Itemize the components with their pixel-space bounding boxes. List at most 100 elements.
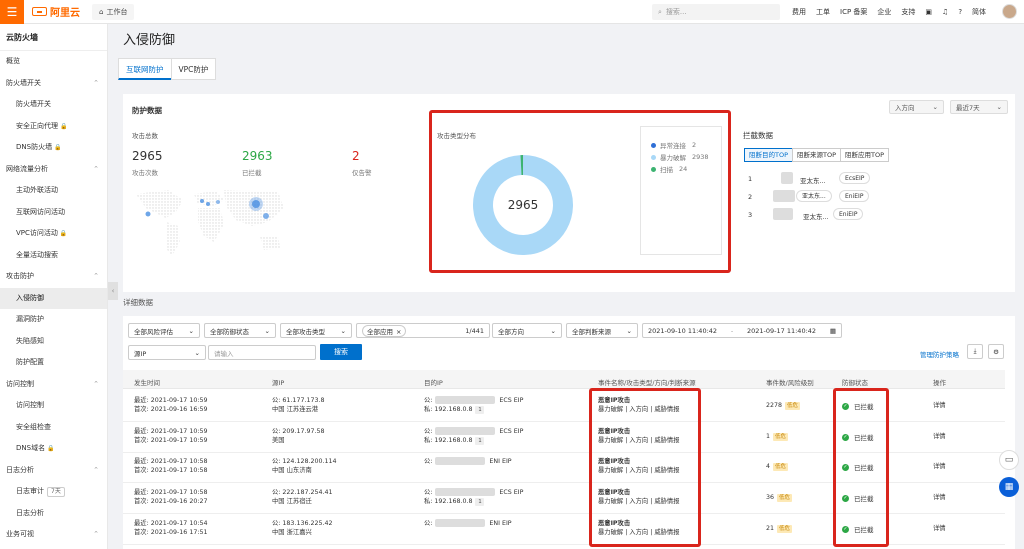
- language-switch[interactable]: 简体: [972, 7, 986, 17]
- top-nav-link[interactable]: 支持: [901, 7, 915, 17]
- end-date: 2021-09-17 11:40:42: [747, 326, 817, 335]
- sidebar-group-label: 日志分析: [6, 465, 34, 474]
- apps-grid-icon[interactable]: ▦: [999, 477, 1019, 497]
- search-keyword-input[interactable]: 请输入: [208, 345, 316, 360]
- bell-icon[interactable]: ♫: [942, 8, 948, 16]
- top-nav-link[interactable]: 企业: [877, 7, 891, 17]
- workbench-button[interactable]: ⌂ 工作台: [92, 3, 135, 20]
- filter-value: 全部攻击类型: [286, 327, 325, 336]
- tab-block-app[interactable]: 阻断应用TOP: [840, 148, 890, 162]
- aliyun-logo[interactable]: 阿里云: [32, 4, 80, 19]
- search-field-select[interactable]: 源IP ⌄: [128, 345, 206, 360]
- details-link[interactable]: 详情: [933, 401, 946, 410]
- rank-number: 1: [748, 175, 753, 183]
- rank-region: 亚太东...: [800, 177, 826, 185]
- sidebar-item-label: 访问控制: [16, 401, 44, 409]
- sidebar-collapse-handle[interactable]: ‹: [108, 282, 118, 300]
- sidebar-badge: 7天: [47, 487, 65, 497]
- sidebar-item[interactable]: DNS防火墙 🔒: [0, 137, 107, 159]
- sidebar-item[interactable]: 访问控制: [0, 395, 107, 417]
- top-nav-link[interactable]: ICP 备案: [840, 7, 867, 17]
- top-navbar: ☰ 阿里云 ⌂ 工作台 ⌕ 搜索... 费用 工单 ICP 备案 企业 支持 ▣ ♫? 简体: [0, 0, 1024, 24]
- sidebar-title: 云防火墙: [0, 24, 107, 51]
- sidebar-item[interactable]: 防火墙开关: [0, 94, 107, 116]
- tab-internet-protection[interactable]: 互联网防护: [118, 58, 172, 80]
- table-cell-dest-ip: 公: ECS EIP 私: 192.168.0.8 1: [424, 427, 523, 445]
- lock-icon: 🔒: [47, 445, 55, 452]
- close-icon[interactable]: ×: [396, 328, 401, 336]
- risk-filter-select[interactable]: 全部风险评估 ⌄: [128, 323, 200, 338]
- sidebar-item[interactable]: 防护配置: [0, 352, 107, 374]
- attack-type-filter-select[interactable]: 全部攻击类型 ⌄: [280, 323, 352, 338]
- column-header: 目的IP: [424, 379, 443, 387]
- public-ip-label: 公:: [424, 458, 433, 465]
- hamburger-menu-icon[interactable]: ☰: [0, 0, 24, 24]
- top-nav-link[interactable]: 工单: [816, 7, 830, 17]
- sidebar-item-label: VPC访问活动: [16, 229, 58, 237]
- chat-icon[interactable]: ▭: [999, 450, 1019, 470]
- table-cell-count: 21 低危: [766, 524, 793, 533]
- search-button[interactable]: 搜索: [320, 344, 362, 360]
- filter-value: 全部方向: [498, 327, 524, 336]
- sidebar-item[interactable]: 主动外联活动: [0, 180, 107, 202]
- world-attack-map: [136, 190, 284, 256]
- details-link[interactable]: 详情: [933, 524, 946, 533]
- chevron-down-icon: ⌄: [264, 326, 270, 335]
- search-input[interactable]: ⌕ 搜索...: [652, 4, 780, 20]
- sidebar-item[interactable]: 日志审计 7天: [0, 481, 107, 503]
- selection-count: 1/441: [465, 326, 484, 335]
- date-range-picker[interactable]: 2021-09-10 11:40:42 - 2021-09-17 11:40:42 ▦: [642, 323, 842, 338]
- help-icon[interactable]: ?: [958, 8, 962, 16]
- sidebar-group[interactable]: 网络流量分析 ⌃: [0, 159, 107, 181]
- sidebar-group[interactable]: 访问控制 ⌃: [0, 374, 107, 396]
- sidebar-item[interactable]: 概览: [0, 51, 107, 73]
- sidebar-item[interactable]: 失陷感知: [0, 331, 107, 353]
- sidebar-item[interactable]: 日志分析: [0, 503, 107, 525]
- search-placeholder: 搜索...: [665, 8, 687, 16]
- filter-value: 全部风险评估: [134, 327, 173, 336]
- tab-block-destination[interactable]: 阻断目的TOP: [744, 148, 794, 162]
- stat-label: 攻击次数: [132, 169, 158, 177]
- app-filter-select[interactable]: 全部应用 × 1/441: [356, 323, 490, 338]
- settings-gear-icon[interactable]: ⚙: [988, 344, 1004, 359]
- image-icon[interactable]: ▣: [925, 8, 932, 16]
- source-ip: 公: 61.177.173.8: [272, 397, 325, 404]
- sidebar-group[interactable]: 业务可视 ⌃: [0, 524, 107, 546]
- sidebar-group-label: 业务可视: [6, 530, 34, 538]
- download-icon[interactable]: ⤓: [967, 344, 983, 359]
- table-cell-dest-ip: 公: ECS EIP 私: 192.168.0.8 1: [424, 396, 523, 414]
- rank-tag: EniEIP: [839, 190, 870, 202]
- time-range-select[interactable]: 最近7天 ⌄: [950, 100, 1008, 114]
- private-ip: 私: 192.168.0.8: [424, 498, 473, 505]
- sidebar-group[interactable]: 攻击防护 ⌃: [0, 266, 107, 288]
- source-filter-select[interactable]: 全部判断来源 ⌄: [566, 323, 638, 338]
- redacted-block: [773, 208, 793, 220]
- sidebar-item[interactable]: 漏洞防护: [0, 309, 107, 331]
- tab-block-source[interactable]: 阻断来源TOP: [792, 148, 842, 162]
- sidebar-item[interactable]: 入侵防御: [0, 287, 107, 309]
- details-link[interactable]: 详情: [933, 462, 946, 471]
- sidebar-item[interactable]: 互联网访问活动: [0, 202, 107, 224]
- avatar[interactable]: [1002, 4, 1017, 19]
- status-filter-select[interactable]: 全部防御状态 ⌄: [204, 323, 276, 338]
- manage-policy-link[interactable]: 管理防护策略: [920, 349, 959, 359]
- detail-title: 详细数据: [123, 298, 153, 307]
- sidebar-item[interactable]: 全量活动搜索: [0, 245, 107, 267]
- attack-total-label: 攻击总数: [132, 132, 158, 140]
- stat-label: 已拦截: [242, 169, 262, 177]
- source-location: 中国 浙江嘉兴: [272, 529, 312, 536]
- top-nav-link[interactable]: 费用: [792, 7, 806, 17]
- direction-filter-select[interactable]: 全部方向 ⌄: [492, 323, 562, 338]
- sidebar-group[interactable]: 日志分析 ⌃: [0, 460, 107, 482]
- tab-vpc-protection[interactable]: VPC防护: [170, 58, 217, 80]
- sidebar-item[interactable]: DNS域名 🔒: [0, 438, 107, 460]
- direction-select[interactable]: 入方向 ⌄: [889, 100, 944, 114]
- sidebar-group[interactable]: 防火墙开关 ⌃: [0, 73, 107, 95]
- details-link[interactable]: 详情: [933, 493, 946, 502]
- details-link[interactable]: 详情: [933, 432, 946, 441]
- dest-type: ENI EIP: [489, 520, 512, 527]
- sidebar-item[interactable]: 安全组检查: [0, 417, 107, 439]
- selected-app-tag: 全部应用 ×: [362, 324, 407, 337]
- sidebar-item[interactable]: 安全正向代理 🔒: [0, 116, 107, 138]
- sidebar-item[interactable]: VPC访问活动 🔒: [0, 223, 107, 245]
